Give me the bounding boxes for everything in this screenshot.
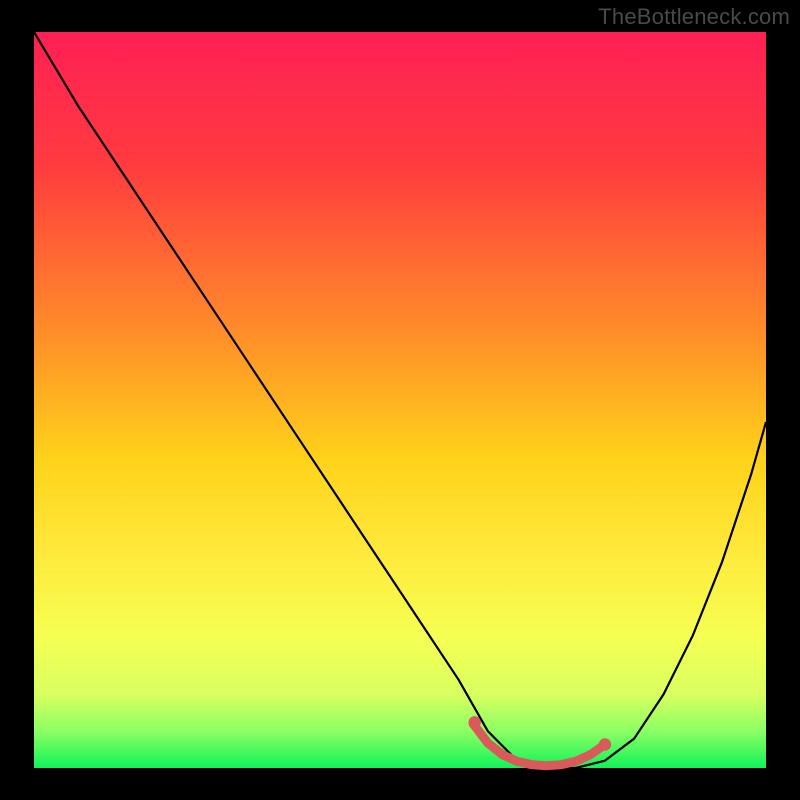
chart-frame: TheBottleneck.com bbox=[0, 0, 800, 800]
highlight-start-dot bbox=[468, 716, 480, 728]
watermark-text: TheBottleneck.com bbox=[598, 4, 790, 30]
chart-svg bbox=[0, 0, 800, 800]
gradient-background bbox=[34, 32, 766, 768]
highlight-end-dot bbox=[599, 738, 611, 750]
